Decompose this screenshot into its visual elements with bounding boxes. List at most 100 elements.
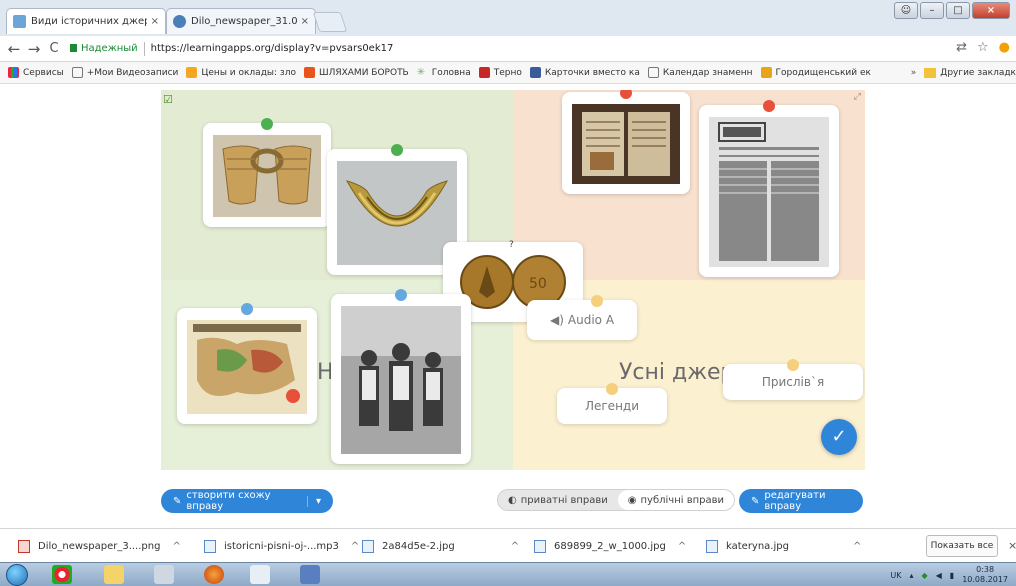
- card-legends[interactable]: Легенди: [557, 383, 667, 424]
- eye-slash-icon: ◐: [508, 494, 517, 506]
- audio-card[interactable]: ◀) Audio A: [527, 295, 637, 340]
- other-bookmarks[interactable]: » Другие закладк: [904, 62, 1016, 83]
- satirical-map-image: [187, 320, 307, 414]
- firefox-icon[interactable]: [204, 565, 224, 584]
- check-answer-button[interactable]: ✓: [821, 419, 857, 455]
- gold-pectoral-image: [337, 161, 457, 265]
- battery-icon[interactable]: ▮: [950, 571, 954, 580]
- public-exercises-tab[interactable]: ◉ публічні вправи: [617, 490, 734, 510]
- bookmark-item[interactable]: Цены и оклады: зло: [186, 67, 296, 78]
- image-file-icon: [18, 539, 30, 553]
- user-profile-icon[interactable]: ☺: [894, 2, 918, 19]
- bookmark-item[interactable]: ШЛЯХАМИ БОРОТЬ: [303, 67, 409, 78]
- volume-icon[interactable]: ◀: [936, 571, 942, 580]
- chevron-up-icon[interactable]: ^: [351, 541, 359, 552]
- image-file-icon: [706, 539, 718, 553]
- page-icon: [71, 67, 83, 78]
- chevron-up-icon[interactable]: ▴: [909, 571, 913, 580]
- help-icon[interactable]: ☑: [163, 93, 173, 106]
- bookmark-item[interactable]: Городищенський ек: [760, 67, 871, 78]
- audio-icon[interactable]: ◀): [550, 313, 564, 327]
- page-content: ☑ ⤢ Н Усні джер ? 50 ◀) Audio A Легенди …: [0, 84, 1016, 528]
- download-item[interactable]: kateryna.jpg ^: [706, 529, 861, 563]
- pin-marker: [261, 118, 273, 130]
- forward-icon[interactable]: →: [24, 40, 44, 58]
- bookmark-item[interactable]: Календар знаменн: [647, 67, 753, 78]
- pin-marker: [391, 144, 403, 156]
- bookmark-label: +Мои Видеозаписи: [86, 67, 179, 78]
- close-tab-icon[interactable]: ×: [301, 16, 309, 27]
- close-window-icon[interactable]: ×: [972, 2, 1010, 19]
- bookmark-label: Головна: [431, 67, 471, 78]
- folder-icon[interactable]: [104, 565, 124, 584]
- bookmark-item[interactable]: ✳ Головна: [417, 67, 471, 78]
- show-all-downloads-button[interactable]: Показать все: [926, 535, 998, 557]
- tab-learningapps[interactable]: Види історичних джере ×: [6, 8, 166, 34]
- card-dilo-newspaper[interactable]: [699, 100, 839, 277]
- eye-icon: ◉: [627, 494, 637, 506]
- family-photo-image: [341, 306, 461, 454]
- network-icon[interactable]: ◆: [921, 571, 927, 580]
- bookmark-label: Городищенський ек: [775, 67, 871, 78]
- translate-icon[interactable]: ⇄: [956, 40, 967, 55]
- clock-time: 0:38: [976, 565, 995, 574]
- chrome-icon[interactable]: [52, 565, 72, 584]
- address-bar: ← → C Надежный https://learningapps.org/…: [0, 36, 1016, 62]
- private-exercises-tab[interactable]: ◐ приватні вправи: [498, 490, 618, 510]
- close-downloads-icon[interactable]: ×: [1008, 539, 1016, 552]
- pencil-icon: ✎: [751, 495, 760, 507]
- download-item[interactable]: istoricni-pisni-oj-...mp3 ^: [204, 529, 359, 563]
- tab-dilo-newspaper[interactable]: Dilo_newspaper_31.08.1 ×: [166, 8, 316, 34]
- bookmark-item[interactable]: Терно: [478, 67, 522, 78]
- fullscreen-icon[interactable]: ⤢: [854, 92, 861, 102]
- close-tab-icon[interactable]: ×: [151, 16, 159, 27]
- bookmark-label: Сервисы: [23, 67, 64, 78]
- reload-icon[interactable]: C: [44, 41, 64, 56]
- start-button[interactable]: [6, 564, 28, 586]
- download-filename: 2a84d5e-2.jpg: [382, 540, 455, 552]
- download-item[interactable]: 2a84d5e-2.jpg ^: [362, 529, 519, 563]
- new-tab-button[interactable]: [312, 12, 348, 32]
- exercise-board: ☑ ⤢ Н Усні джер ? 50 ◀) Audio A Легенди …: [161, 90, 865, 470]
- bookmark-item[interactable]: Карточки вместо ка: [529, 67, 640, 78]
- bookmark-services[interactable]: Сервисы: [8, 67, 64, 78]
- edit-exercise-button[interactable]: ✎ редагувати вправу: [739, 489, 863, 513]
- chevron-right-double-icon[interactable]: »: [911, 68, 917, 78]
- other-bookmarks-label: Другие закладк: [940, 68, 1016, 78]
- chevron-up-icon[interactable]: ^: [172, 541, 180, 552]
- chevron-up-icon[interactable]: ^: [511, 541, 519, 552]
- download-item[interactable]: Dilo_newspaper_3....png ^: [18, 529, 181, 563]
- secure-indicator[interactable]: Надежный: [70, 43, 138, 54]
- extension-icon[interactable]: ●: [999, 40, 1010, 55]
- card-proverbs[interactable]: Прислів`я: [723, 359, 863, 400]
- card-old-manuscript[interactable]: [562, 90, 690, 194]
- presentation-app-icon[interactable]: [300, 565, 320, 584]
- system-tray: UK ▴ ◆ ◀ ▮ 0:38 10.08.2017: [890, 563, 1008, 586]
- calculator-icon[interactable]: [154, 565, 174, 584]
- media-player-icon[interactable]: [250, 565, 270, 584]
- clock[interactable]: 0:38 10.08.2017: [962, 565, 1008, 585]
- bookmarks-bar: Сервисы +Мои Видеозаписи Цены и оклады: …: [0, 62, 1016, 84]
- chevron-up-icon[interactable]: ^: [678, 541, 686, 552]
- caret-down-icon[interactable]: ▾: [306, 495, 321, 507]
- language-indicator[interactable]: UK: [890, 571, 901, 580]
- public-label: публічні вправи: [640, 494, 725, 506]
- audio-card-label: Audio A: [567, 313, 615, 327]
- card-family-photo[interactable]: [331, 289, 471, 464]
- download-item[interactable]: 689899_2_w_1000.jpg ^: [534, 529, 686, 563]
- minimize-icon[interactable]: –: [920, 2, 944, 19]
- maximize-icon[interactable]: □: [946, 2, 970, 19]
- category-label-oral: Усні джер: [619, 360, 735, 385]
- image-file-icon: [534, 539, 546, 553]
- bookmark-item[interactable]: +Мои Видеозаписи: [71, 67, 179, 78]
- card-satirical-map[interactable]: [177, 303, 317, 424]
- star-icon[interactable]: ☆: [977, 40, 989, 55]
- card-ancient-vessels[interactable]: [203, 118, 331, 227]
- edit-label: редагувати вправу: [764, 490, 826, 512]
- chevron-up-icon[interactable]: ^: [853, 541, 861, 552]
- learningapps-favicon-icon: [13, 15, 26, 28]
- url-field[interactable]: https://learningapps.org/display?v=pvsar…: [151, 43, 394, 54]
- back-icon[interactable]: ←: [4, 40, 24, 58]
- create-similar-button[interactable]: ✎ створити схожу вправу ▾: [161, 489, 333, 513]
- downloads-shelf: Dilo_newspaper_3....png ^ istoricni-pisn…: [0, 528, 1016, 562]
